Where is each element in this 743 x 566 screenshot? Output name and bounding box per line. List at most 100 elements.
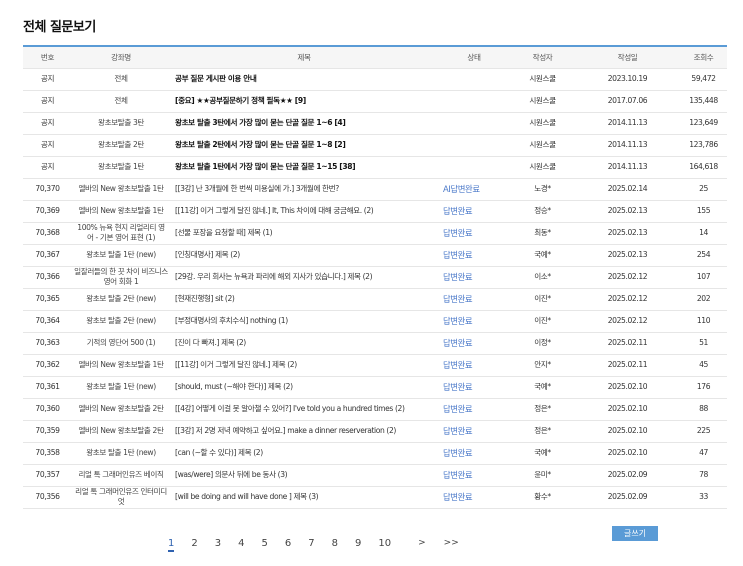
post-title-link[interactable]: [인칭대명사] 제목 (2) [170, 244, 438, 267]
author: 안지* [510, 354, 575, 377]
status [438, 67, 510, 91]
course-name: 엘바의 New 왕초보탈출 1탄 [72, 354, 170, 377]
author: 국예* [510, 244, 575, 267]
date: 2025.02.13 [575, 200, 680, 223]
date: 2025.02.09 [575, 486, 680, 509]
column-header: 상태 [467, 52, 481, 62]
table-row: 70,362 엘바의 New 왕초보탈출 1탄 [[11강] 이거 그렇게 달진 않… [23, 354, 727, 377]
date: 2025.02.13 [575, 244, 680, 267]
post-title-link[interactable]: 왕초보 탈출 1탄에서 가장 많이 묻는 단골 질문 1~15 [38] [170, 156, 438, 179]
views: 164,618 [680, 156, 727, 179]
views: 59,472 [680, 67, 727, 91]
post-number: 70,360 [23, 398, 72, 421]
page-1-link[interactable]: 1 [168, 538, 175, 552]
page-title: 전체 질문보기 [23, 20, 96, 35]
page-7-link[interactable]: 7 [308, 538, 314, 552]
post-title-link[interactable]: 공부 질문 게시판 이용 안내 [170, 67, 438, 91]
post-number: 70,366 [23, 266, 72, 289]
course-name: 엘바의 New 왕초보탈출 1탄 [72, 178, 170, 201]
page-5-link[interactable]: 5 [262, 538, 268, 552]
pagination: 1 2 3 4 5 6 7 8 9 10 > >> [168, 538, 467, 552]
post-title-link[interactable]: [will be doing and will have done ] 제목 (… [170, 486, 438, 509]
course-name: 왕초보 탈출 1탄 (new) [72, 442, 170, 465]
page-3-link[interactable]: 3 [215, 538, 221, 552]
page-10-link[interactable]: 10 [378, 538, 391, 552]
post-title-link[interactable]: [[11강] 이거 그렇게 달진 않네.] It, This 차이에 대해 궁금… [170, 200, 438, 223]
page-8-link[interactable]: 8 [332, 538, 338, 552]
post-number: 70,357 [23, 464, 72, 487]
table-row: 70,370 엘바의 New 왕초보탈출 1탄 [[3강] 난 3개월에 한 번씩 … [23, 178, 727, 201]
page-9-link[interactable]: 9 [355, 538, 361, 552]
table-row: 70,356 리얼 톡 그래머인유즈 인터미디엇 [will be doing an… [23, 486, 727, 509]
course-name: 왕초보 탈출 1탄 (new) [72, 244, 170, 267]
post-title-link[interactable]: [[4강] 어떻게 이걸 못 알아챌 수 있어?] I've told you … [170, 398, 438, 421]
date: 2025.02.14 [575, 178, 680, 201]
date: 2025.02.11 [575, 354, 680, 377]
post-title-link[interactable]: [was/were] 의문사 뒤에 be 동사 (3) [170, 464, 438, 487]
last-page-link[interactable]: >> [444, 538, 459, 552]
table-row: 70,366 일잘러들의 한 끗 차이 비즈니스 영어 회화 1 [29강. 우리 … [23, 266, 727, 289]
author: 이소* [510, 266, 575, 289]
status-badge: 답변완료 [438, 398, 510, 421]
post-title-link[interactable]: [[3강] 난 3개월에 한 번씩 미용실에 가.] 3개월에 한번? [170, 178, 438, 201]
post-number: 70,365 [23, 288, 72, 311]
post-title-link[interactable]: [중요] ★★공부질문하기 정책 필독★★ [9] [170, 90, 438, 113]
table-row: 70,368 100% 뉴욕 현지 리얼리티 영어 - 기본 영어 표현 (1)[… [23, 222, 727, 245]
post-title-link[interactable]: [진이 다 빠져.] 제목 (2) [170, 332, 438, 355]
table-row: 70,360 엘바의 New 왕초보탈출 2탄 [[4강] 어떻게 이걸 못 알아챌… [23, 398, 727, 421]
author: 황수* [510, 486, 575, 509]
author: 정은* [510, 420, 575, 443]
column-header: 번호 [40, 52, 55, 62]
course-name: 엘바의 New 왕초보탈출 2탄 [72, 398, 170, 421]
post-title-link[interactable]: [현재진행형] sit (2) [170, 288, 438, 311]
views: 47 [680, 442, 727, 465]
views: 25 [680, 178, 727, 201]
course-name: 일잘러들의 한 끗 차이 비즈니스 영어 회화 1 [72, 266, 170, 289]
date: 2023.10.19 [575, 67, 680, 91]
column-header: 제목 [297, 52, 311, 62]
status-badge: 답변완료 [438, 200, 510, 223]
course-name: 전체 [72, 67, 170, 91]
post-title-link[interactable]: [29강. 우리 회사는 뉴욕과 파리에 해외 지사가 있습니다.] 제목 (2… [170, 266, 438, 289]
post-title-link[interactable]: [부정대명사의 후치수식] nothing (1) [170, 310, 438, 333]
post-title-link[interactable]: [should, must (~해야 한다)] 제목 (2) [170, 376, 438, 399]
post-number: 70,356 [23, 486, 72, 509]
course-name: 기적의 영단어 500 (1) [72, 332, 170, 355]
course-name: 왕초보 탈출 1탄 (new) [72, 376, 170, 399]
table-row: 70,365 왕초보 탈출 2탄 (new) [현재진행형] sit (2) 답변완료… [23, 288, 727, 311]
post-number: 70,370 [23, 178, 72, 201]
status-badge: 답변완료 [438, 376, 510, 399]
notice-label: 공지 [23, 134, 72, 157]
post-title-link[interactable]: 왕초보 탈출 3탄에서 가장 많이 묻는 단골 질문 1~6 [4] [170, 112, 438, 135]
post-title-link[interactable]: [선물 포장을 요청할 때] 제목 (1) [170, 222, 438, 245]
views: 45 [680, 354, 727, 377]
course-name: 100% 뉴욕 현지 리얼리티 영어 - 기본 영어 표현 (1) [72, 222, 170, 245]
table-row: 70,358 왕초보 탈출 1탄 (new) [can (~할 수 있다)] 제목 … [23, 442, 727, 465]
views: 135,448 [680, 90, 727, 113]
course-name: 엘바의 New 왕초보탈출 1탄 [72, 200, 170, 223]
column-header: 강좌명 [111, 52, 131, 62]
status [438, 90, 510, 113]
course-name: 리얼 톡 그래머인유즈 베이직 [72, 464, 170, 487]
post-title-link[interactable]: 왕초보 탈출 2탄에서 가장 많이 묻는 단골 질문 1~8 [2] [170, 134, 438, 157]
post-title-link[interactable]: [[11강] 이거 그렇게 달진 않네.] 제목 (2) [170, 354, 438, 377]
status-badge: 답변완료 [438, 332, 510, 355]
table-row: 70,359 엘바의 New 왕초보탈출 2탄 [[3강] 저 2명 저녁 예약하고… [23, 420, 727, 443]
views: 155 [680, 200, 727, 223]
page-4-link[interactable]: 4 [238, 538, 244, 552]
author: 시원스쿨 [510, 134, 575, 157]
views: 88 [680, 398, 727, 421]
author: 정은* [510, 398, 575, 421]
notice-label: 공지 [23, 156, 72, 179]
date: 2014.11.13 [575, 134, 680, 157]
post-title-link[interactable]: [can (~할 수 있다)] 제목 (2) [170, 442, 438, 465]
author: 국예* [510, 442, 575, 465]
date: 2025.02.10 [575, 398, 680, 421]
next-page-link[interactable]: > [418, 538, 426, 552]
date: 2017.07.06 [575, 90, 680, 113]
write-button[interactable]: 글쓰기 [612, 526, 658, 541]
post-title-link[interactable]: [[3강] 저 2명 저녁 예약하고 싶어요.] make a dinner r… [170, 420, 438, 443]
page-2-link[interactable]: 2 [191, 538, 197, 552]
page-6-link[interactable]: 6 [285, 538, 291, 552]
table-row: 70,369 엘바의 New 왕초보탈출 1탄 [[11강] 이거 그렇게 달진 않… [23, 200, 727, 223]
